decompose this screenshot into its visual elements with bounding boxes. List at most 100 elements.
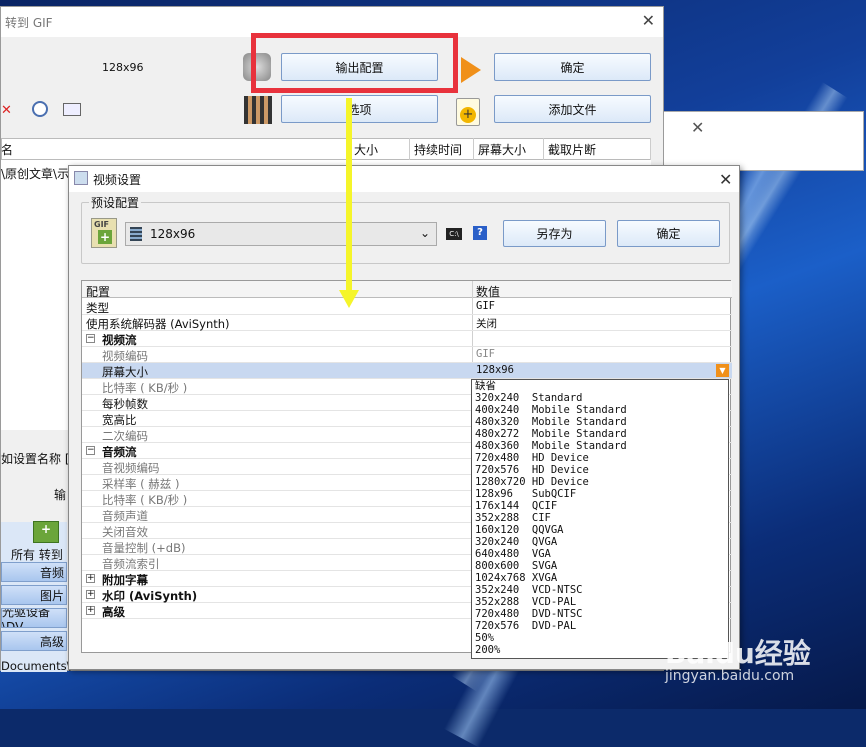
dropdown-arrow-icon[interactable]: ▼: [716, 364, 729, 377]
dropdown-option[interactable]: 128x96 SubQCIF: [472, 488, 728, 500]
add-file-icon: +: [456, 98, 480, 126]
column-clip[interactable]: 截取片断: [544, 138, 651, 160]
property-value: 128x96: [476, 364, 514, 376]
clip-icon[interactable]: [244, 96, 272, 124]
dropdown-option[interactable]: 176x144 QCIF: [472, 500, 728, 512]
property-label: 宽高比: [102, 413, 137, 427]
dropdown-option[interactable]: 720x576 HD Device: [472, 464, 728, 476]
property-label: 音频声道: [102, 509, 148, 523]
property-row[interactable]: 使用系统解码器 (AviSynth) 关闭: [82, 315, 732, 331]
dropdown-option[interactable]: 480x360 Mobile Standard: [472, 440, 728, 452]
screen-size-dropdown[interactable]: 缺省 320x240 Standard 400x240 Mobile Standar…: [471, 379, 729, 659]
preset-name-label: 如设置名称 [1: [1, 452, 78, 466]
dropdown-option[interactable]: 640x480 VGA: [472, 548, 728, 560]
collapse-icon[interactable]: −: [86, 334, 95, 343]
property-label: 高级: [102, 605, 125, 619]
ok-button[interactable]: 确定: [494, 53, 651, 81]
options-button[interactable]: 选项: [281, 95, 438, 123]
dropdown-option[interactable]: 352x288 CIF: [472, 512, 728, 524]
folder-path: Documents\F: [1, 659, 78, 673]
annotation-arrow-head: [339, 290, 359, 308]
highlight-box: [251, 33, 458, 93]
column-screen-size[interactable]: 屏幕大小: [474, 138, 544, 160]
dropdown-option[interactable]: 320x240 QVGA: [472, 536, 728, 548]
property-label: 屏幕大小: [102, 365, 148, 379]
property-row[interactable]: 类型 GIF: [82, 299, 732, 315]
collapse-icon[interactable]: −: [86, 446, 95, 455]
arrow-right-icon: [461, 57, 481, 83]
column-size[interactable]: 大小: [350, 138, 410, 160]
property-value: GIF: [476, 348, 495, 360]
preset-group-label: 预设配置: [89, 194, 142, 211]
dropdown-option[interactable]: 720x480 HD Device: [472, 452, 728, 464]
media-info-icon[interactable]: [63, 103, 81, 116]
play-icon[interactable]: [32, 101, 48, 117]
property-label: 水印 (AviSynth): [102, 589, 198, 603]
close-icon[interactable]: ✕: [691, 118, 704, 137]
dropdown-option[interactable]: 720x576 DVD-PAL: [472, 620, 728, 632]
background-window: ✕: [646, 111, 864, 171]
property-value: GIF: [476, 300, 495, 312]
expand-icon[interactable]: +: [86, 574, 95, 583]
property-label: 音频流: [102, 445, 137, 459]
dropdown-option[interactable]: 400x240 Mobile Standard: [472, 404, 728, 416]
close-icon[interactable]: ✕: [642, 11, 655, 30]
expand-icon[interactable]: +: [86, 590, 95, 599]
dropdown-option[interactable]: 480x272 Mobile Standard: [472, 428, 728, 440]
group-row[interactable]: − 视频流: [82, 331, 732, 347]
property-label: 音视频编码: [102, 461, 160, 475]
close-icon[interactable]: ✕: [719, 170, 732, 189]
preset-label: 128x96: [102, 61, 144, 74]
property-label: 比特率 ( KB/秒 ): [102, 381, 188, 395]
dialog-ok-button[interactable]: 确定: [617, 220, 720, 247]
property-label: 视频编码: [102, 349, 148, 363]
dialog-title: 视频设置: [69, 166, 739, 192]
preset-select[interactable]: 128x96 ⌄: [125, 222, 437, 246]
dropdown-option[interactable]: 160x120 QQVGA: [472, 524, 728, 536]
property-label: 采样率 ( 赫兹 ): [102, 477, 180, 491]
save-as-button[interactable]: 另存为: [503, 220, 606, 247]
sidebar-item-optical[interactable]: 光驱设备\DV: [1, 608, 67, 628]
property-label: 音频流索引: [102, 557, 160, 571]
file-row[interactable]: \原创文章\示: [1, 165, 69, 182]
sidebar-item-image[interactable]: 图片: [1, 585, 67, 605]
property-label: 关闭音效: [102, 525, 148, 539]
command-line-icon[interactable]: C:\: [446, 228, 462, 240]
help-icon[interactable]: ?: [473, 226, 487, 240]
property-label: 视频流: [102, 333, 137, 347]
dropdown-option[interactable]: 352x288 VCD-PAL: [472, 596, 728, 608]
property-value: 关闭: [476, 318, 497, 330]
property-row[interactable]: 屏幕大小 128x96 ▼: [82, 363, 732, 379]
baidu-watermark: Baidu经验: [665, 637, 811, 670]
add-file-button[interactable]: 添加文件: [494, 95, 651, 123]
gif-icon: GIF +: [91, 218, 117, 248]
dropdown-option[interactable]: 320x240 Standard: [472, 392, 728, 404]
dropdown-option[interactable]: 缺省: [472, 380, 728, 392]
expand-icon[interactable]: +: [86, 606, 95, 615]
property-label: 附加字幕: [102, 573, 148, 587]
column-duration[interactable]: 持续时间: [410, 138, 474, 160]
sidebar-header: 所有 转到: [11, 548, 63, 562]
convert-icon: +: [33, 521, 59, 543]
property-label: 二次编码: [102, 429, 148, 443]
sidebar-item-advanced[interactable]: 高级: [1, 631, 67, 651]
chevron-down-icon: ⌄: [420, 226, 431, 240]
column-name[interactable]: 名: [0, 138, 350, 160]
dropdown-option[interactable]: 1024x768 XVGA: [472, 572, 728, 584]
property-label: 使用系统解码器 (AviSynth): [86, 317, 230, 331]
dropdown-option[interactable]: 1280x720 HD Device: [472, 476, 728, 488]
watermark-url: jingyan.baidu.com: [665, 668, 795, 684]
dropdown-option[interactable]: 800x600 SVGA: [472, 560, 728, 572]
output-label: 输: [54, 488, 67, 502]
property-label: 比特率 ( KB/秒 ): [102, 493, 188, 507]
film-icon: [130, 227, 142, 241]
grid-header: [82, 281, 732, 298]
dropdown-option[interactable]: 480x320 Mobile Standard: [472, 416, 728, 428]
sidebar-item-audio[interactable]: 音频: [1, 562, 67, 582]
dropdown-option[interactable]: 352x240 VCD-NTSC: [472, 584, 728, 596]
property-row[interactable]: 视频编码 GIF: [82, 347, 732, 363]
column-value: 数值: [476, 285, 501, 299]
dropdown-option[interactable]: 720x480 DVD-NTSC: [472, 608, 728, 620]
delete-icon[interactable]: ✕: [1, 103, 12, 118]
annotation-arrow: [346, 98, 352, 294]
